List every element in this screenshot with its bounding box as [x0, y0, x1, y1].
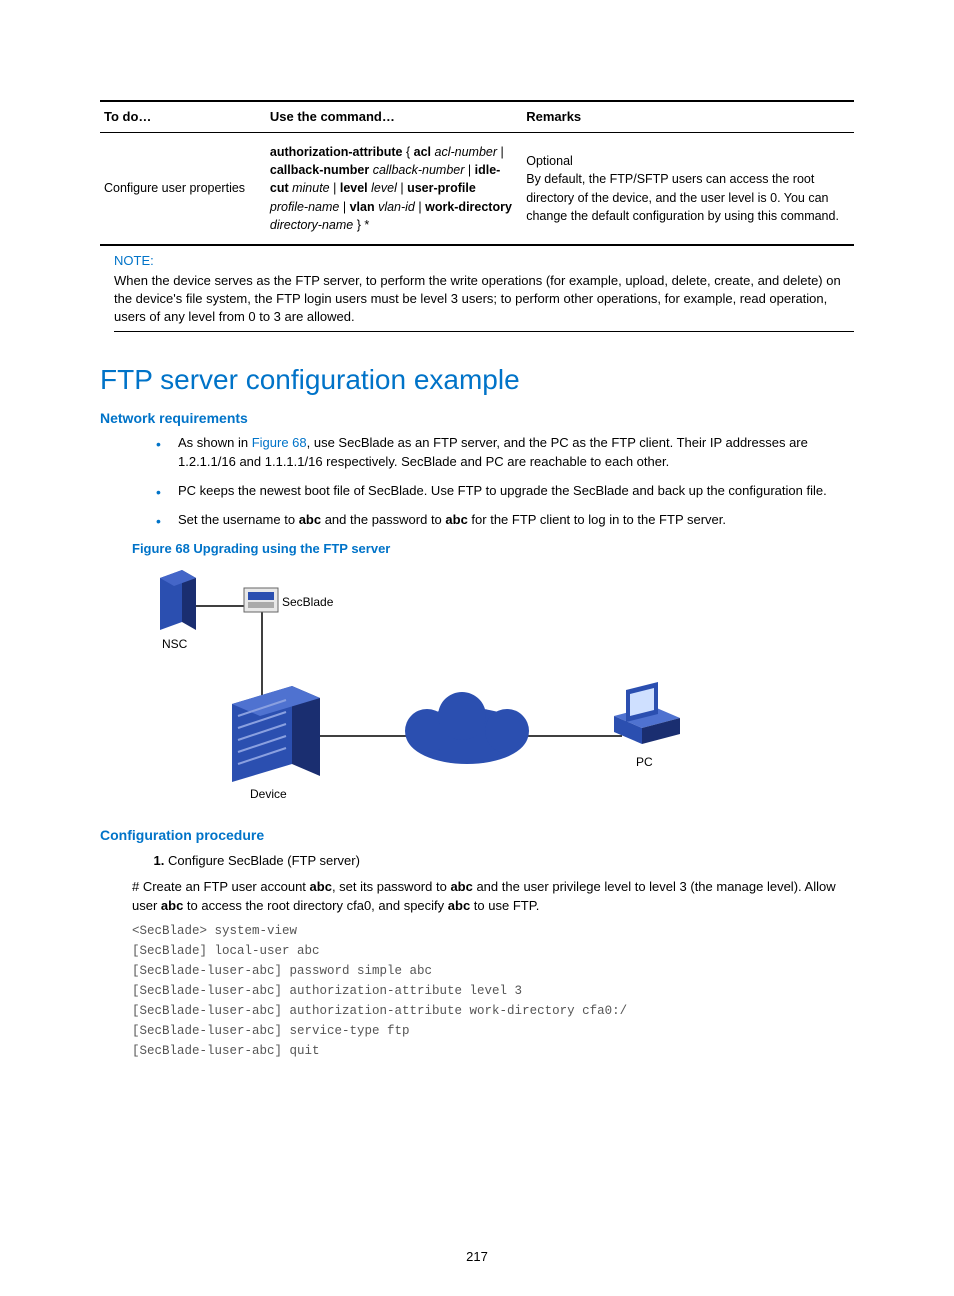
- text: Set the username to: [178, 512, 299, 527]
- text: to access the root directory cfa0, and s…: [183, 898, 447, 913]
- nsc-icon: [160, 570, 196, 630]
- list-item: As shown in Figure 68, use SecBlade as a…: [156, 434, 854, 472]
- text: for the FTP client to log in to the FTP …: [468, 512, 726, 527]
- figure-caption: Figure 68 Upgrading using the FTP server: [132, 540, 854, 558]
- page-number: 217: [0, 1248, 954, 1266]
- th-cmd: Use the command…: [266, 101, 522, 133]
- label-device: Device: [250, 787, 287, 801]
- cell-command: authorization-attribute { acl acl-number…: [266, 133, 522, 245]
- secblade-icon: [244, 588, 278, 612]
- text: As shown in: [178, 435, 252, 450]
- list-item: Configure SecBlade (FTP server): [168, 852, 854, 870]
- network-diagram: SecBlade NSC Device PC: [132, 566, 692, 816]
- config-procedure-heading: Configuration procedure: [100, 826, 854, 846]
- figure-link[interactable]: Figure 68: [252, 435, 307, 450]
- pc-icon: [614, 682, 680, 744]
- note-label: NOTE:: [114, 252, 854, 270]
- bold: abc: [299, 512, 321, 527]
- text: , set its password to: [332, 879, 451, 894]
- bold: abc: [445, 512, 467, 527]
- label-pc: PC: [636, 755, 653, 769]
- bold: abc: [450, 879, 472, 894]
- text: to use FTP.: [470, 898, 539, 913]
- text: and the password to: [321, 512, 445, 527]
- section-title: FTP server configuration example: [100, 360, 854, 399]
- list-item: PC keeps the newest boot file of SecBlad…: [156, 482, 854, 501]
- cell-remarks: Optional By default, the FTP/SFTP users …: [522, 133, 854, 245]
- th-todo: To do…: [100, 101, 266, 133]
- bold: abc: [448, 898, 470, 913]
- text: # Create an FTP user account: [132, 879, 310, 894]
- note-text: When the device serves as the FTP server…: [114, 272, 854, 332]
- label-nsc: NSC: [162, 637, 188, 651]
- list-item: Set the username to abc and the password…: [156, 511, 854, 530]
- device-icon: [232, 686, 320, 782]
- command-table: To do… Use the command… Remarks Configur…: [100, 100, 854, 246]
- th-rem: Remarks: [522, 101, 854, 133]
- requirements-list: As shown in Figure 68, use SecBlade as a…: [100, 434, 854, 529]
- step-text: Configure SecBlade (FTP server): [168, 853, 360, 868]
- bold: abc: [161, 898, 183, 913]
- procedure-list: Configure SecBlade (FTP server): [100, 852, 854, 870]
- procedure-paragraph: # Create an FTP user account abc, set it…: [132, 878, 854, 916]
- cloud-icon: [405, 692, 529, 764]
- label-secblade: SecBlade: [282, 595, 334, 609]
- table-row: Configure user properties authorization-…: [100, 133, 854, 245]
- cli-block: <SecBlade> system-view [SecBlade] local-…: [132, 921, 854, 1061]
- network-requirements-heading: Network requirements: [100, 409, 854, 429]
- bold: abc: [310, 879, 332, 894]
- cell-todo: Configure user properties: [100, 133, 266, 245]
